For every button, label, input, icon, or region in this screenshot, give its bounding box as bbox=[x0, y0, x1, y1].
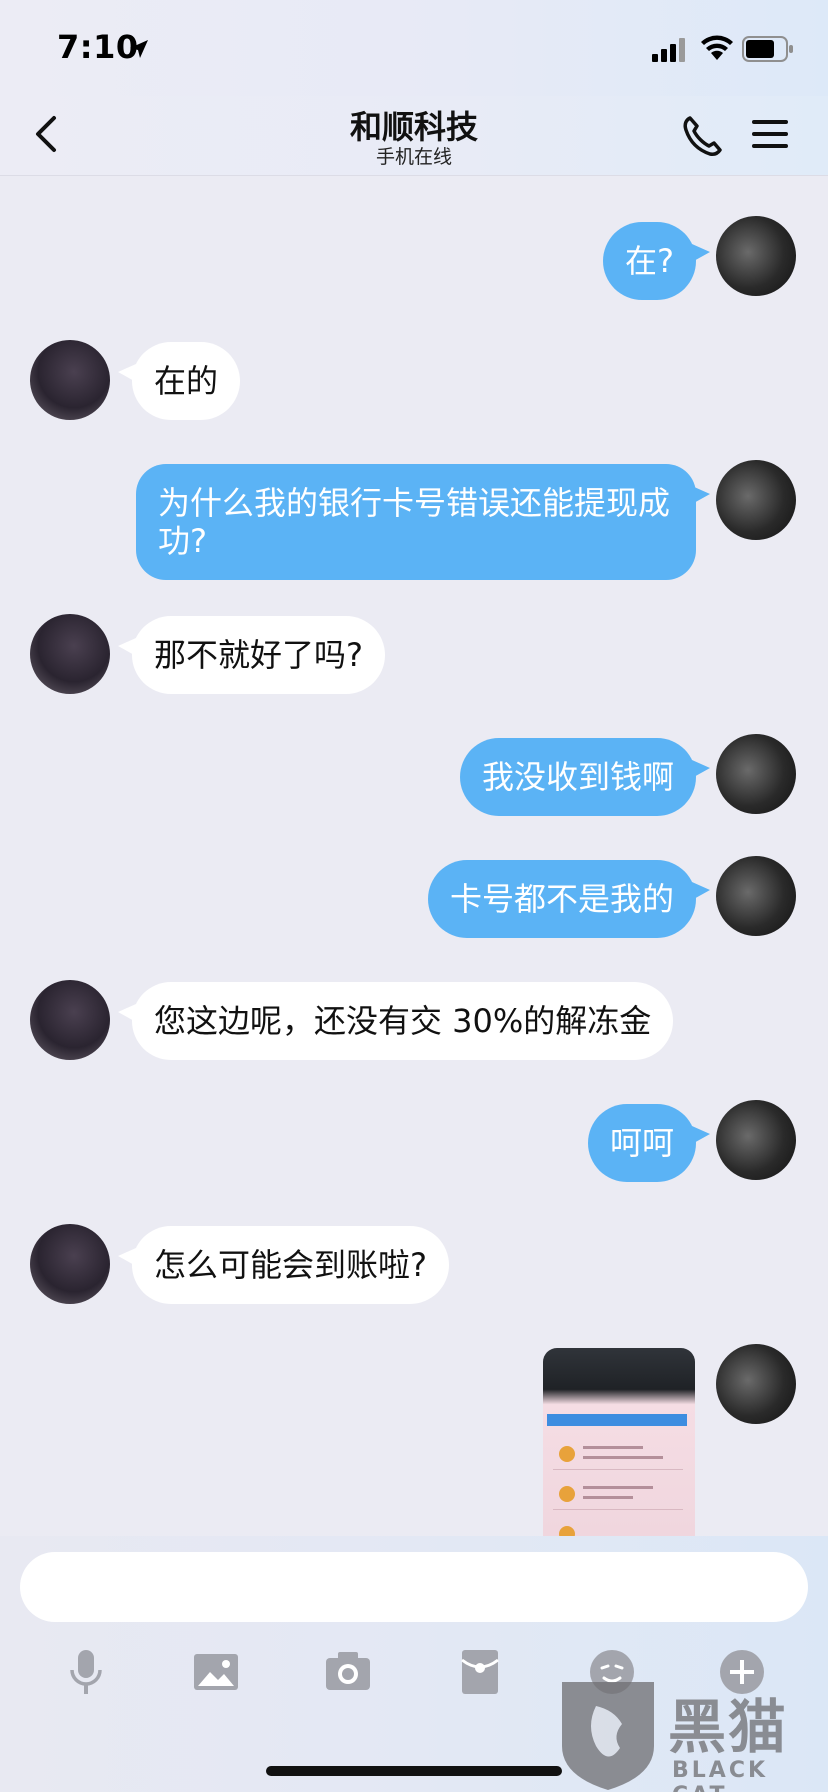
status-time: 7:10 bbox=[57, 28, 139, 66]
location-arrow-icon bbox=[130, 40, 148, 58]
my-avatar[interactable] bbox=[716, 216, 796, 296]
incoming-message[interactable]: 您这边呢，还没有交 30%的解冻金 bbox=[117, 982, 674, 1060]
my-avatar[interactable] bbox=[716, 734, 796, 814]
input-panel: 黑猫 BLACK CAT bbox=[0, 1536, 828, 1792]
home-indicator[interactable] bbox=[266, 1766, 562, 1776]
message-list[interactable]: 在? 在的 为什么我的银行卡号错误还能提现成功? 那不就好了吗? 我没收到钱啊 … bbox=[0, 176, 828, 1536]
outgoing-message[interactable]: 卡号都不是我的 bbox=[427, 860, 711, 938]
photo-content bbox=[553, 1516, 683, 1536]
image-message[interactable] bbox=[543, 1348, 695, 1536]
my-avatar[interactable] bbox=[716, 1344, 796, 1424]
outgoing-message[interactable]: 我没收到钱啊 bbox=[459, 738, 711, 816]
microphone-icon[interactable] bbox=[60, 1646, 112, 1698]
watermark-subtitle: BLACK CAT bbox=[672, 1758, 769, 1792]
incoming-message[interactable]: 那不就好了吗? bbox=[118, 616, 385, 694]
outgoing-message[interactable]: 呵呵 bbox=[587, 1104, 711, 1182]
watermark-title: 黑猫 bbox=[668, 1693, 789, 1761]
contact-avatar[interactable] bbox=[30, 614, 110, 694]
outgoing-message[interactable]: 在? bbox=[603, 222, 710, 300]
message-input[interactable] bbox=[20, 1552, 808, 1622]
photo-content bbox=[553, 1476, 683, 1510]
status-bar: 7:10 bbox=[0, 0, 828, 96]
menu-icon[interactable] bbox=[748, 112, 792, 156]
cat-logo-icon bbox=[562, 1682, 654, 1790]
my-avatar[interactable] bbox=[716, 460, 796, 540]
my-avatar[interactable] bbox=[716, 1100, 796, 1180]
wifi-icon bbox=[701, 35, 733, 60]
outgoing-message[interactable]: 为什么我的银行卡号错误还能提现成功? bbox=[136, 464, 710, 580]
camera-icon[interactable] bbox=[322, 1646, 374, 1698]
signal-icon bbox=[652, 38, 685, 62]
photo-content bbox=[553, 1436, 683, 1470]
phone-icon[interactable] bbox=[680, 110, 724, 158]
chat-screen: 7:10 和顺科技 手机在线 在? 在的 为什么我的银行卡号错误还能提现成功? … bbox=[0, 0, 828, 1792]
contact-avatar[interactable] bbox=[30, 980, 110, 1060]
battery-icon bbox=[742, 36, 793, 62]
image-icon[interactable] bbox=[190, 1646, 242, 1698]
incoming-message[interactable]: 怎么可能会到账啦? bbox=[118, 1226, 449, 1304]
incoming-message[interactable]: 在的 bbox=[117, 342, 241, 420]
chat-header: 和顺科技 手机在线 bbox=[0, 96, 828, 176]
contact-avatar[interactable] bbox=[30, 340, 110, 420]
black-cat-watermark: 黑猫 BLACK CAT bbox=[556, 1676, 828, 1792]
my-avatar[interactable] bbox=[716, 856, 796, 936]
photo-content bbox=[547, 1414, 687, 1426]
contact-avatar[interactable] bbox=[30, 1224, 110, 1304]
red-packet-icon[interactable] bbox=[454, 1646, 506, 1698]
